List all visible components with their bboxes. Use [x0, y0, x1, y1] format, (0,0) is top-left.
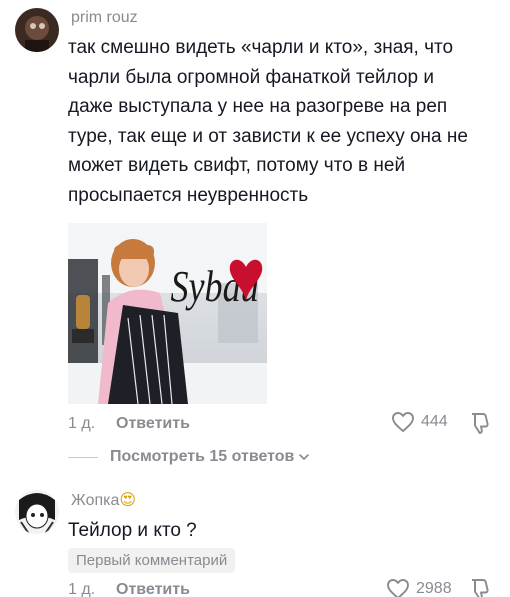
thumbs-down-outline-icon [472, 413, 489, 434]
comment-text-line: просыпается неувренность [68, 184, 309, 206]
like-button[interactable]: 2988 [386, 578, 452, 597]
view-replies-button[interactable]: Посмотреть 15 ответов [68, 448, 310, 466]
heart-eyes-emoji: 😍 [119, 490, 137, 509]
view-replies-label: Посмотреть 15 ответов [110, 448, 295, 465]
comment-text: Тейлор и кто ? [68, 520, 197, 541]
comment-text: так смешно видеть «чарли и кто», зная, ч… [68, 33, 488, 210]
chevron-down-icon [299, 454, 310, 460]
heart-outline-icon [392, 412, 414, 432]
comment-username[interactable]: prim rouz [71, 9, 138, 27]
comment-time: 1 д. [68, 581, 96, 597]
comment-username[interactable]: Жопка😍 [71, 490, 136, 510]
like-count: 444 [421, 413, 448, 430]
comment-image[interactable]: Sybau [68, 223, 267, 404]
comment-text-line: чарли была огромной фанаткой тейлор и [68, 66, 435, 88]
comment-text-line: даже выступала у нее на разогреве на реп [68, 96, 448, 117]
like-count: 2988 [416, 580, 452, 597]
thumbs-down-outline-icon [472, 579, 489, 597]
comment-1: prim rouz так смешно видеть «чарли и кто… [0, 0, 510, 440]
divider [68, 456, 98, 458]
reply-button[interactable]: Ответить [116, 581, 190, 597]
comment-time: 1 д. [68, 415, 96, 432]
comment-text-line: может видеть свифт, потому что в ней [68, 155, 406, 176]
avatar[interactable] [15, 8, 59, 52]
dislike-button[interactable] [469, 577, 491, 597]
first-comment-badge: Первый комментарий [68, 548, 236, 573]
dislike-button[interactable] [469, 411, 491, 440]
comment-text-line: туре, так еще и от зависти к ее успеху о… [68, 125, 468, 147]
avatar[interactable] [15, 490, 59, 534]
heart-outline-icon [387, 579, 409, 597]
comment-text-line: так смешно видеть «чарли и кто», зная, ч… [68, 37, 454, 58]
reply-button[interactable]: Ответить [116, 415, 190, 433]
comment-username-text: Жопка [71, 492, 120, 509]
like-button[interactable]: 444 [391, 411, 448, 433]
